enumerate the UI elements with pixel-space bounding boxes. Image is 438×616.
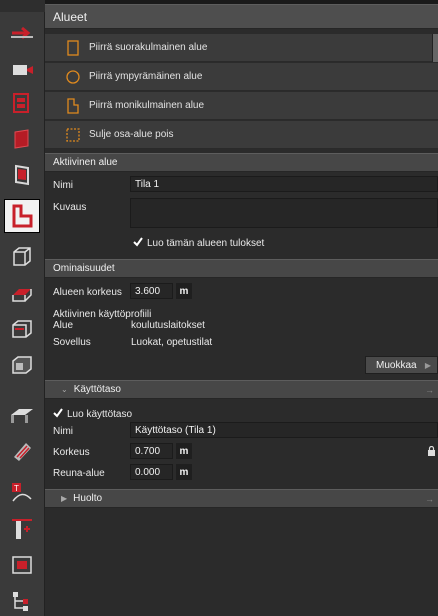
edge-area-unit: m [176,464,192,480]
usage-height-unit: m [176,443,192,459]
edit-profile-button[interactable]: Muokkaa ▶ [365,356,438,374]
svg-text:T: T [14,484,19,493]
edit-profile-label: Muokkaa [376,359,417,371]
lock-icon[interactable] [427,446,436,456]
roof-icon[interactable] [4,400,40,430]
area-height-label: Alueen korkeus [53,287,122,298]
chevron-right-icon: ▶ [424,360,431,370]
arrow-move-icon[interactable] [4,18,40,48]
checkmark-icon [53,408,63,418]
description-label: Kuvaus [53,202,87,213]
toolbar-top-strip [0,0,45,12]
exclude-subarea-label: Sulje osa-alue pois [89,129,174,140]
usage-level-header[interactable]: ⌄ Käyttötaso → [45,380,438,399]
draw-polygonal-area-button[interactable]: Piirrä monikulmainen alue [45,92,438,120]
areas-panel: Alueet Piirrä suorakulmainen alue Piirrä… [45,0,438,616]
area-height-unit: m [176,283,192,299]
circle-area-icon [66,69,80,84]
areas-header[interactable]: Alueet [45,4,438,29]
wall-red-icon[interactable] [4,124,40,154]
edge-area-label: Reuna-alue [53,468,105,479]
checkmark-icon [133,237,143,247]
maintenance-header[interactable]: ▶ Huolto → [45,489,438,508]
profile-area-label: Alue [53,320,74,331]
left-toolbar: T [0,0,45,616]
usage-level-title: Käyttötaso [73,384,121,395]
active-area-name-value: Tila 1 [135,178,160,190]
text-curve-icon[interactable]: T [4,478,40,508]
profile-application-label: Sovellus [53,337,91,348]
active-area-title: Aktiivinen alue [53,157,118,168]
cube-wireframe-icon[interactable] [4,242,40,272]
frame-red-icon[interactable] [4,550,40,580]
chevron-right-icon: ▶ [61,494,68,503]
usage-height-label: Korkeus [53,447,90,458]
create-results-label: Luo tämän alueen tulokset [147,238,265,249]
draw-rectangular-area-button[interactable]: Piirrä suorakulmainen alue [45,34,438,62]
scrollbar-thumb[interactable] [432,34,438,62]
profile-application-value: Luokat, opetustilat [131,337,213,348]
tree-layout-icon[interactable] [4,586,40,616]
maintenance-title: Huolto [73,493,103,504]
rectangle-area-icon [67,39,79,56]
pin-icon[interactable]: → [425,385,434,395]
draw-rectangular-area-label: Piirrä suorakulmainen alue [89,42,208,53]
exclude-area-icon [66,127,80,142]
draw-circular-area-button[interactable]: Piirrä ympyrämäinen alue [45,63,438,91]
create-usage-level-label: Luo käyttötaso [67,409,133,420]
areas-title: Alueet [53,9,88,24]
area-height-field[interactable]: 3.600 [130,283,173,299]
usage-height-value: 0.700 [135,445,161,457]
usage-level-name-label: Nimi [53,426,73,437]
create-usage-level-checkbox[interactable]: Luo käyttötaso [53,407,132,420]
active-area-name-label: Nimi [53,180,73,191]
create-results-checkbox[interactable]: Luo tämän alueen tulokset [133,236,264,249]
active-profile-title: Aktiivinen käyttöprofiili [53,309,152,320]
area-l-shape-icon[interactable] [4,199,40,233]
draw-polygonal-area-label: Piirrä monikulmainen alue [89,100,205,111]
properties-header[interactable]: Ominaisuudet [45,259,438,278]
box-section-icon[interactable] [4,314,40,344]
area-height-value: 3.600 [135,285,161,297]
usage-level-name-field[interactable]: Käyttötaso (Tila 1) [130,422,438,438]
description-field[interactable] [130,198,438,228]
edge-area-value: 0.000 [135,466,161,478]
usage-height-field[interactable]: 0.700 [130,443,173,459]
active-area-name-field[interactable]: Tila 1 [130,176,438,192]
door-red-icon[interactable] [4,160,40,190]
profile-area-value: koulutuslaitokset [131,320,205,331]
box-solid-icon[interactable] [4,350,40,380]
building-red-icon[interactable] [4,88,40,118]
exclude-subarea-button[interactable]: Sulje osa-alue pois [45,121,438,149]
chevron-down-icon: ⌄ [61,385,68,394]
usage-level-name-value: Käyttötaso (Tila 1) [135,424,216,436]
pin-icon[interactable]: → [425,494,434,504]
column-insert-icon[interactable] [4,514,40,544]
draw-circular-area-label: Piirrä ympyrämäinen alue [89,71,203,82]
hatch-tool-icon[interactable] [4,436,40,466]
floor-plane-icon[interactable] [4,278,40,308]
active-area-header[interactable]: Aktiivinen alue [45,153,438,172]
edge-area-field[interactable]: 0.000 [130,464,173,480]
camera-icon[interactable] [4,54,40,84]
properties-title: Ominaisuudet [53,263,115,274]
polygon-area-icon [67,97,79,114]
